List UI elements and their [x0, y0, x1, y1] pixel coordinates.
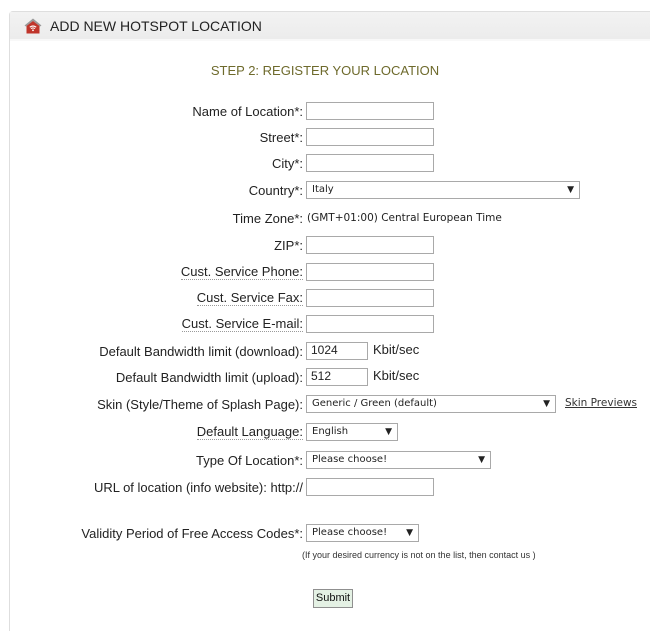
timezone-label: Time Zone*:	[232, 211, 303, 226]
row-name: Name of Location*:	[0, 102, 650, 122]
timezone-value: (GMT+01:00) Central European Time	[307, 212, 502, 224]
validity-label: Validity Period of Free Access Codes*:	[81, 526, 303, 541]
panel-header: ADD NEW HOTSPOT LOCATION	[10, 12, 650, 41]
chevron-down-icon: ▼	[543, 399, 550, 409]
skin-previews-link[interactable]: Skin Previews	[565, 397, 637, 409]
bandwidth-upload-input[interactable]: 512	[306, 368, 368, 386]
row-country: Country*: Italy ▼	[0, 181, 650, 201]
skin-label: Skin (Style/Theme of Splash Page):	[97, 397, 303, 412]
phone-label: Cust. Service Phone:	[180, 264, 303, 280]
country-label: Country*:	[248, 183, 303, 198]
zip-input[interactable]	[306, 236, 434, 254]
chevron-down-icon: ▼	[385, 427, 392, 437]
url-input[interactable]	[306, 478, 434, 496]
row-language: Default Language: English ▼	[0, 423, 650, 443]
currency-note: (If your desired currency is not on the …	[302, 550, 536, 560]
street-label: Street*:	[259, 130, 303, 145]
city-label: City*:	[271, 156, 303, 171]
skin-select[interactable]: Generic / Green (default) ▼	[306, 395, 556, 413]
row-bw-down: Default Bandwidth limit (download): 1024…	[0, 342, 650, 362]
type-label: Type Of Location*:	[196, 453, 303, 468]
bandwidth-download-input[interactable]: 1024	[306, 342, 368, 360]
phone-input[interactable]	[306, 263, 434, 281]
submit-button[interactable]: Submit	[313, 589, 353, 608]
validity-selected-value: Please choose!	[312, 527, 388, 538]
bw-down-label: Default Bandwidth limit (download):	[99, 344, 303, 359]
city-input[interactable]	[306, 154, 434, 172]
row-type: Type Of Location*: Please choose! ▼	[0, 451, 650, 471]
bw-up-label: Default Bandwidth limit (upload):	[115, 370, 303, 385]
country-selected-value: Italy	[312, 184, 334, 195]
language-select[interactable]: English ▼	[306, 423, 398, 441]
row-skin: Skin (Style/Theme of Splash Page): Gener…	[0, 395, 650, 415]
chevron-down-icon: ▼	[406, 528, 413, 538]
location-type-select[interactable]: Please choose! ▼	[306, 451, 491, 469]
row-fax: Cust. Service Fax:	[0, 289, 650, 309]
row-zip: ZIP*:	[0, 236, 650, 256]
email-label: Cust. Service E-mail:	[181, 316, 303, 332]
location-name-input[interactable]	[306, 102, 434, 120]
fax-label: Cust. Service Fax:	[196, 290, 303, 306]
chevron-down-icon: ▼	[478, 455, 485, 465]
skin-selected-value: Generic / Green (default)	[312, 398, 437, 409]
fax-input[interactable]	[306, 289, 434, 307]
chevron-down-icon: ▼	[567, 185, 574, 195]
country-select[interactable]: Italy ▼	[306, 181, 580, 199]
row-email: Cust. Service E-mail:	[0, 315, 650, 335]
row-street: Street*:	[0, 128, 650, 148]
zip-label: ZIP*:	[274, 238, 303, 253]
row-validity: Validity Period of Free Access Codes*: P…	[0, 524, 650, 544]
validity-select[interactable]: Please choose! ▼	[306, 524, 419, 542]
step-title: STEP 2: REGISTER YOUR LOCATION	[210, 63, 440, 78]
language-selected-value: English	[312, 426, 349, 437]
name-label: Name of Location*:	[192, 104, 303, 119]
type-selected-value: Please choose!	[312, 454, 388, 465]
panel-title: ADD NEW HOTSPOT LOCATION	[50, 17, 262, 34]
bw-down-unit: Kbit/sec	[373, 342, 420, 357]
row-bw-up: Default Bandwidth limit (upload): 512 Kb…	[0, 368, 650, 388]
url-label: URL of location (info website): http://	[93, 480, 303, 495]
street-input[interactable]	[306, 128, 434, 146]
row-phone: Cust. Service Phone:	[0, 263, 650, 283]
language-label: Default Language:	[196, 424, 303, 440]
email-input[interactable]	[306, 315, 434, 333]
bw-up-unit: Kbit/sec	[373, 368, 420, 383]
row-url: URL of location (info website): http://	[0, 478, 650, 498]
home-wifi-icon	[24, 18, 42, 34]
row-city: City*:	[0, 154, 650, 174]
row-timezone: Time Zone*: (GMT+01:00) Central European…	[0, 209, 650, 229]
